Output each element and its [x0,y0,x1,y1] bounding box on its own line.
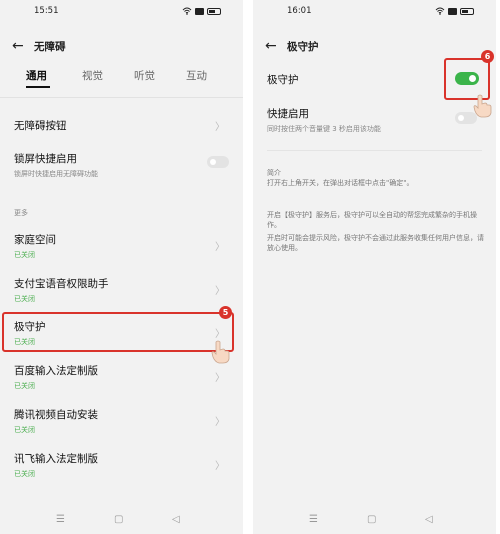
item-status: 已关闭 [14,251,35,259]
step-badge: 5 [219,306,232,319]
item-status: 已关闭 [14,295,35,303]
status-bar: 15:51 [0,6,243,18]
chevron-right-icon: 〉 [215,373,225,384]
chevron-right-icon: 〉 [215,242,225,253]
back-icon[interactable]: ◁ [425,514,433,525]
tab-indicator [26,86,50,88]
list-item-accessibility-button[interactable]: 无障碍按钮 〉 [14,118,229,133]
home-icon[interactable]: ▢ [367,514,376,525]
tab-general[interactable]: 通用 [26,68,47,83]
jishouhu-screen: 16:01 ← 极守护 极守护 6 快捷启用 同时按住两个音量键 3 秒启用该功… [253,0,496,534]
chevron-right-icon: 〉 [215,417,225,428]
shortcut-toggle[interactable] [455,112,477,124]
list-item-alipay-voice[interactable]: 支付宝语音权限助手 已关闭 〉 [14,276,229,304]
back-arrow-icon[interactable]: ← [265,38,287,54]
item-label: 讯飞输入法定制版 [14,453,98,465]
shortcut-subtitle: 同时按住两个音量键 3 秒启用该功能 [267,125,381,133]
divider [267,150,482,151]
header: ← 无障碍 [12,38,66,54]
sim-icon [195,7,204,15]
back-icon[interactable]: ◁ [172,514,180,525]
header: ← 极守护 [265,38,319,54]
intro-title: 简介 [267,169,281,177]
status-time: 16:01 [287,6,312,16]
home-icon[interactable]: ▢ [114,514,123,525]
wifi-icon [182,7,192,15]
tab-vision[interactable]: 视觉 [82,68,103,83]
shortcut-row: 快捷启用 同时按住两个音量键 3 秒启用该功能 [267,106,482,134]
back-arrow-icon[interactable]: ← [12,38,34,54]
divider [0,97,243,98]
chevron-right-icon: 〉 [215,122,225,133]
nav-bar: ☰ ▢ ◁ [253,514,496,528]
menu-icon[interactable]: ☰ [56,514,65,525]
item-label: 家庭空间 [14,234,56,246]
chevron-right-icon: 〉 [215,461,225,472]
page-title: 无障碍 [34,40,66,53]
status-time: 15:51 [34,6,59,16]
item-label: 支付宝语音权限助手 [14,278,109,290]
page-title: 极守护 [287,40,319,53]
menu-icon[interactable]: ☰ [309,514,318,525]
highlight-box [2,312,234,352]
tab-bar: 通用 视觉 听觉 互动 [0,68,243,88]
step-badge: 6 [481,50,494,63]
item-status: 已关闭 [14,470,35,478]
chevron-right-icon: 〉 [215,286,225,297]
tab-interaction[interactable]: 互动 [186,68,207,83]
item-subtitle: 锁屏时快捷启用无障碍功能 [14,170,98,178]
item-status: 已关闭 [14,426,35,434]
status-icons [182,7,221,15]
list-item-baidu-input[interactable]: 百度输入法定制版 已关闭 〉 [14,363,229,391]
item-label: 锁屏快捷启用 [14,153,77,165]
list-item-family-space[interactable]: 家庭空间 已关闭 〉 [14,232,229,260]
description-paragraph-2: 开启时可能会提示风险，极守护不会通过此服务收集任何用户信息，请放心使用。 [267,234,484,252]
wifi-icon [435,7,445,15]
list-item-tencent-video[interactable]: 腾讯视频自动安装 已关闭 〉 [14,407,229,435]
nav-bar: ☰ ▢ ◁ [0,514,243,528]
battery-icon [460,7,474,15]
battery-icon [207,7,221,15]
tap-hand-icon [211,340,230,364]
lockscreen-toggle[interactable] [207,156,229,168]
shortcut-label: 快捷启用 [267,108,309,120]
sim-icon [448,7,457,15]
accessibility-screen: 15:51 ← 无障碍 通用 视觉 听觉 互动 无障碍按钮 〉 锁屏快捷启用 锁… [0,0,243,534]
section-header-more: 更多 [14,209,28,217]
item-label: 百度输入法定制版 [14,365,98,377]
status-bar: 16:01 [253,6,496,18]
description-paragraph-1: 开启【极守护】服务后，极守护可以全自动的帮您完成繁杂的手机操作。 [267,211,477,229]
list-item-iflytek-input[interactable]: 讯飞输入法定制版 已关闭 〉 [14,451,229,479]
item-status: 已关闭 [14,382,35,390]
tab-hearing[interactable]: 听觉 [134,68,155,83]
list-item-lockscreen-shortcut: 锁屏快捷启用 锁屏时快捷启用无障碍功能 [14,151,229,179]
item-label: 腾讯视频自动安装 [14,409,98,421]
item-label: 无障碍按钮 [14,120,67,132]
intro-text: 打开右上角开关，在弹出对话框中点击"确定"。 [267,179,414,187]
status-icons [435,7,474,15]
